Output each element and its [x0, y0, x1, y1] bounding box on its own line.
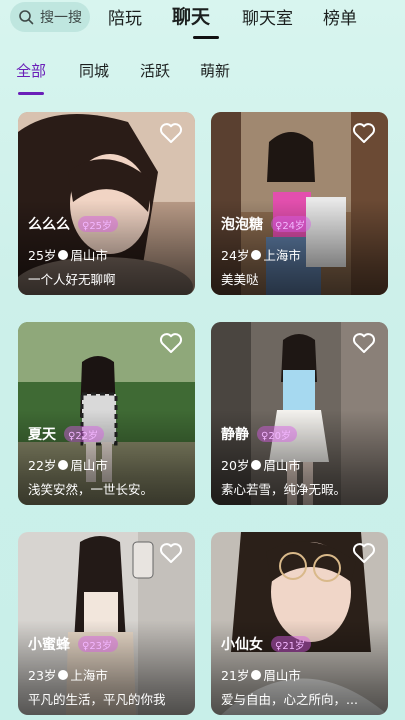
- card-meta: 25岁 眉山市: [28, 245, 108, 264]
- card-meta: 23岁 上海市: [28, 665, 108, 684]
- card-name: 夏天: [28, 427, 56, 443]
- active-filter-indicator: [18, 92, 44, 95]
- active-tab-indicator: [193, 36, 219, 39]
- tab-ranking[interactable]: 榜单: [323, 4, 357, 29]
- separator-dot: [251, 669, 262, 680]
- card-name: 泡泡糖: [221, 217, 263, 233]
- card-city: 上海市: [70, 668, 108, 683]
- separator-dot: [58, 669, 69, 680]
- heart-icon[interactable]: [352, 542, 376, 564]
- card-meta: 22岁 眉山市: [28, 455, 108, 474]
- card-age: 25岁: [28, 248, 57, 263]
- card-bio: 一个人好无聊啊: [28, 272, 116, 287]
- card-name: 小蜜蜂: [28, 637, 70, 653]
- card-meta: 20岁 眉山市: [221, 455, 301, 474]
- filter-all[interactable]: 全部: [16, 60, 46, 81]
- card-bio: 平凡的生活，平凡的你我: [28, 692, 166, 707]
- card-bio: 美美哒: [221, 272, 259, 287]
- tab-chatroom[interactable]: 聊天室: [242, 4, 293, 29]
- card-bio: 素心若雪，纯净无暇。: [221, 482, 347, 497]
- filter-tabs: 全部 同城 活跃 萌新: [0, 56, 405, 96]
- gender-age-badge: ♀24岁: [271, 216, 312, 232]
- card-city: 眉山市: [70, 248, 108, 263]
- heart-icon[interactable]: [352, 122, 376, 144]
- filter-new[interactable]: 萌新: [200, 60, 230, 81]
- profile-card[interactable]: 泡泡糖 ♀24岁 24岁 上海市 美美哒: [211, 112, 388, 295]
- search-icon: [19, 10, 34, 25]
- card-bio: 爱与自由，心之所向，...: [221, 692, 358, 707]
- profile-card[interactable]: 小仙女 ♀21岁 21岁 眉山市 爱与自由，心之所向，...: [211, 532, 388, 715]
- gender-age-badge: ♀20岁: [257, 426, 298, 442]
- separator-dot: [58, 459, 69, 470]
- gender-age-badge: ♀21岁: [271, 636, 312, 652]
- gender-age-badge: ♀25岁: [78, 216, 119, 232]
- profile-card[interactable]: 夏天 ♀22岁 22岁 眉山市 浅笑安然，一世长安。: [18, 322, 195, 505]
- filter-same-city[interactable]: 同城: [79, 60, 109, 81]
- search-placeholder: 搜一搜: [40, 10, 82, 26]
- card-name: 么么么: [28, 217, 70, 233]
- card-meta: 24岁 上海市: [221, 245, 301, 264]
- card-city: 眉山市: [263, 668, 301, 683]
- profile-card[interactable]: 小蜜蜂 ♀23岁 23岁 上海市 平凡的生活，平凡的你我: [18, 532, 195, 715]
- tab-peiwan[interactable]: 陪玩: [108, 4, 142, 29]
- heart-icon[interactable]: [352, 332, 376, 354]
- card-city: 眉山市: [263, 458, 301, 473]
- card-bio: 浅笑安然，一世长安。: [28, 482, 154, 497]
- tab-chat[interactable]: 聊天: [172, 2, 210, 29]
- heart-icon[interactable]: [159, 542, 183, 564]
- separator-dot: [251, 459, 262, 470]
- separator-dot: [58, 249, 69, 260]
- gender-age-badge: ♀23岁: [78, 636, 119, 652]
- card-age: 23岁: [28, 668, 57, 683]
- heart-icon[interactable]: [159, 332, 183, 354]
- top-navigation: 搜一搜 陪玩 聊天 聊天室 榜单: [0, 0, 405, 44]
- card-age: 20岁: [221, 458, 250, 473]
- heart-icon[interactable]: [159, 122, 183, 144]
- card-age: 22岁: [28, 458, 57, 473]
- card-age: 24岁: [221, 248, 250, 263]
- card-city: 上海市: [263, 248, 301, 263]
- separator-dot: [251, 249, 262, 260]
- card-name: 静静: [221, 427, 249, 443]
- card-name: 小仙女: [221, 637, 263, 653]
- search-box[interactable]: 搜一搜: [10, 2, 90, 32]
- card-city: 眉山市: [70, 458, 108, 473]
- profile-card[interactable]: 静静 ♀20岁 20岁 眉山市 素心若雪，纯净无暇。: [211, 322, 388, 505]
- card-meta: 21岁 眉山市: [221, 665, 301, 684]
- gender-age-badge: ♀22岁: [64, 426, 105, 442]
- card-age: 21岁: [221, 668, 250, 683]
- filter-active[interactable]: 活跃: [140, 60, 170, 81]
- profile-card[interactable]: 么么么 ♀25岁 25岁 眉山市 一个人好无聊啊: [18, 112, 195, 295]
